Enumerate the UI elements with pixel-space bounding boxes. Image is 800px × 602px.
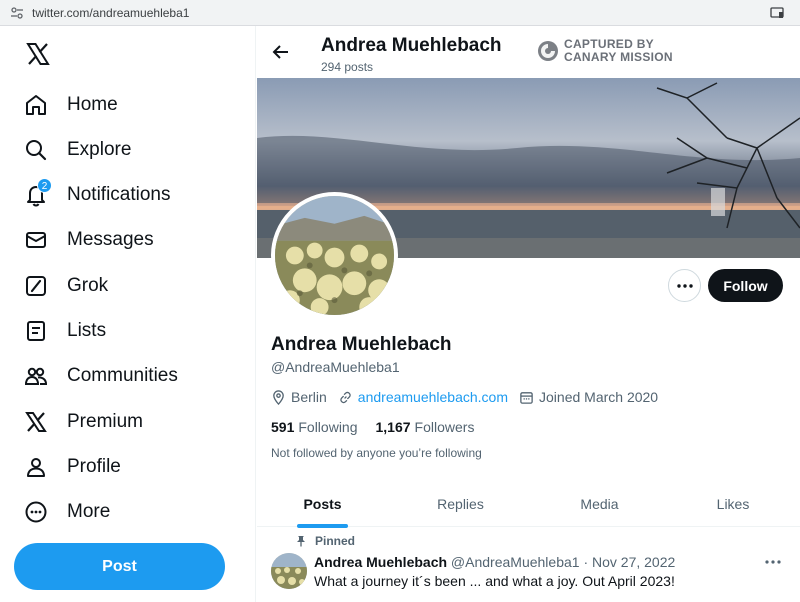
- sidebar-item-profile[interactable]: Profile: [14, 447, 121, 487]
- post-button[interactable]: Post: [14, 543, 225, 590]
- profile-location: Berlin: [291, 389, 327, 405]
- following-label: Following: [298, 419, 358, 435]
- back-arrow-icon[interactable]: [271, 42, 291, 62]
- tab-posts[interactable]: Posts: [257, 480, 388, 527]
- joined-item: Joined March 2020: [519, 389, 658, 405]
- profile-main-column: Andrea Muehlebach 294 posts CAPTURED BY …: [257, 26, 800, 602]
- tweet-handle-date[interactable]: @AndreaMuehleba1 · Nov 27, 2022: [451, 554, 675, 570]
- more-options-button[interactable]: [668, 269, 701, 302]
- profile-name: Andrea Muehlebach: [271, 334, 452, 355]
- sidebar-item-lists[interactable]: Lists: [14, 311, 106, 351]
- sidebar-item-premium[interactable]: Premium: [14, 402, 143, 442]
- following-count: 591: [271, 419, 295, 435]
- tab-likes[interactable]: Likes: [666, 480, 800, 527]
- following-link[interactable]: 591 Following: [271, 419, 358, 435]
- sidebar-item-label: Profile: [67, 456, 121, 477]
- sidebar-item-grok[interactable]: Grok: [14, 266, 108, 306]
- sidebar-item-label: Premium: [67, 411, 144, 432]
- followers-label: Followers: [414, 419, 475, 435]
- x-logo-icon: [25, 412, 47, 432]
- tab-replies[interactable]: Replies: [388, 480, 533, 527]
- link-icon: [340, 391, 351, 403]
- followers-link[interactable]: 1,167 Followers: [376, 419, 475, 435]
- profile-website-link[interactable]: andreamuehlebach.com: [358, 389, 508, 405]
- tweet-author-name[interactable]: Andrea Muehlebach: [314, 554, 447, 570]
- canary-clock-icon: [538, 41, 558, 61]
- location-item: Berlin: [271, 389, 327, 405]
- tweet-author-avatar[interactable]: [271, 553, 307, 589]
- site-settings-icon[interactable]: [10, 6, 24, 20]
- sidebar-item-home[interactable]: Home: [14, 85, 118, 125]
- tweet-header: Andrea Muehlebach @AndreaMuehleba1 · Nov…: [314, 554, 675, 570]
- envelope-icon: [26, 232, 46, 248]
- active-tab-indicator: [297, 524, 348, 528]
- sidebar-item-label: Home: [67, 94, 118, 115]
- header-posts-count: 294 posts: [321, 60, 374, 74]
- profile-avatar[interactable]: [271, 192, 398, 319]
- location-pin-icon: [273, 389, 284, 405]
- calendar-icon: [520, 391, 533, 404]
- capture-watermark: CAPTURED BY CANARY MISSION: [564, 38, 673, 64]
- website-item: andreamuehlebach.com: [338, 389, 508, 405]
- profile-tabs: Posts Replies Media Likes: [257, 480, 800, 528]
- notification-badge: 2: [37, 178, 52, 193]
- person-icon: [27, 458, 45, 477]
- follow-button[interactable]: Follow: [708, 269, 783, 302]
- pinned-label-row: Pinned: [295, 534, 355, 548]
- profile-meta-row: Berlin andreamuehlebach.com Joined March…: [271, 389, 669, 405]
- sidebar-item-label: Notifications: [67, 184, 171, 205]
- pin-icon: [297, 536, 305, 547]
- tab-media[interactable]: Media: [533, 480, 666, 527]
- not-followed-notice: Not followed by anyone you’re following: [271, 446, 482, 460]
- capture-line-2: CANARY MISSION: [564, 50, 673, 64]
- follow-counts-row: 591 Following 1,167 Followers: [271, 419, 492, 435]
- url-text[interactable]: twitter.com/andreamuehleba1: [32, 6, 189, 20]
- sidebar-item-label: More: [67, 501, 111, 522]
- more-circle-icon: [25, 501, 47, 523]
- followers-count: 1,167: [375, 419, 411, 435]
- browser-url-bar[interactable]: twitter.com/andreamuehleba1: [0, 0, 800, 26]
- sidebar-nav: Home Explore 2 Notifications Messages Gr: [0, 26, 256, 602]
- home-icon: [26, 95, 46, 115]
- tweet-more-icon[interactable]: [764, 555, 782, 569]
- people-icon: [24, 367, 48, 385]
- profile-header-bar: Andrea Muehlebach 294 posts CAPTURED BY …: [257, 26, 800, 78]
- header-profile-name: Andrea Muehlebach: [321, 35, 502, 56]
- list-icon: [27, 321, 45, 341]
- search-icon: [26, 140, 47, 161]
- bell-icon-wrap: 2: [24, 178, 52, 207]
- profile-handle: @AndreaMuehleba1: [271, 359, 400, 375]
- sidebar-item-label: Lists: [67, 320, 107, 341]
- x-logo-icon[interactable]: [26, 42, 50, 66]
- profile-joined-date: Joined March 2020: [539, 389, 659, 405]
- sidebar-item-communities[interactable]: Communities: [14, 356, 178, 396]
- screen-cast-icon[interactable]: [770, 6, 784, 20]
- grok-icon: [26, 276, 46, 296]
- sidebar-item-more[interactable]: More: [14, 492, 110, 532]
- tweet-text: What a journey it´s been ... and what a …: [314, 573, 675, 589]
- ellipsis-icon: [676, 283, 693, 288]
- sidebar-item-explore[interactable]: Explore: [14, 130, 131, 170]
- pinned-label: Pinned: [315, 534, 356, 548]
- sidebar-item-notifications[interactable]: 2 Notifications: [14, 175, 171, 215]
- sidebar-item-messages[interactable]: Messages: [14, 220, 154, 260]
- sidebar-item-label: Explore: [67, 139, 132, 160]
- sidebar-item-label: Messages: [67, 229, 154, 250]
- sidebar-item-label: Communities: [67, 365, 178, 386]
- sidebar-item-label: Grok: [67, 275, 109, 296]
